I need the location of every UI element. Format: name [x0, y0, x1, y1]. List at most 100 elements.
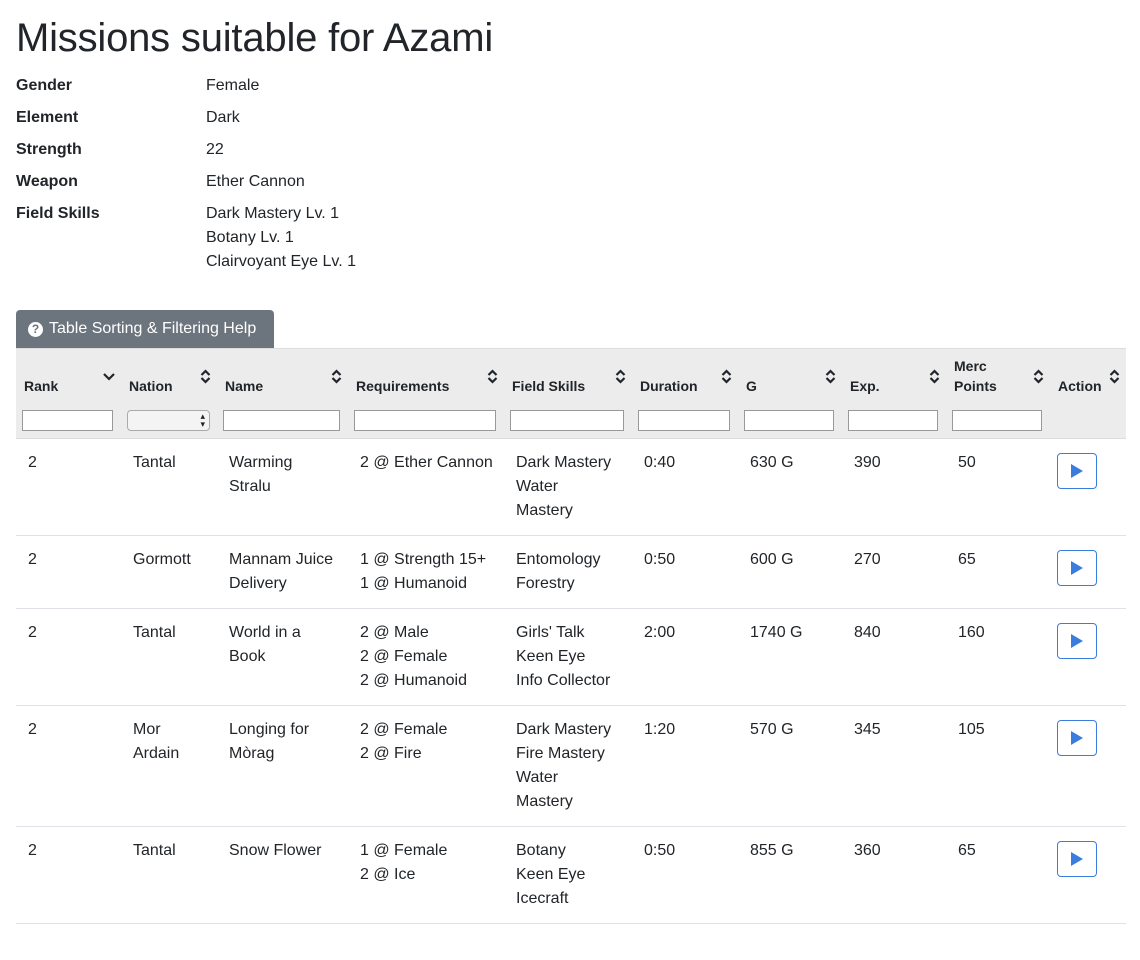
name-line: Longing for	[229, 721, 310, 738]
column-label: Field Skills	[512, 378, 586, 394]
nation-filter-select[interactable]: ▴ ▾	[127, 410, 210, 431]
requirements-line: 2 @ Fire	[360, 745, 422, 762]
duration-filter-input[interactable]	[638, 410, 730, 431]
start-mission-button[interactable]	[1057, 550, 1097, 586]
cell-exp: 345	[842, 706, 946, 826]
sort-icon[interactable]	[825, 369, 836, 384]
field_skills-line: Icecraft	[516, 890, 569, 907]
cell-duration: 0:50	[632, 536, 738, 608]
column-header-name[interactable]: Name	[217, 349, 348, 407]
g-value: 855 G	[750, 842, 794, 859]
g-value: 1740 G	[750, 624, 803, 641]
info-value-line: Clairvoyant Eye Lv. 1	[206, 253, 356, 270]
info-value: Dark	[206, 106, 240, 130]
sort-icon[interactable]	[331, 369, 342, 384]
cell-merc: 50	[946, 439, 1050, 535]
rank-filter-input[interactable]	[22, 410, 113, 431]
cell-g: 600 G	[738, 536, 842, 608]
info-value: 22	[206, 138, 224, 162]
merc-value: 105	[958, 721, 985, 738]
table-help-button[interactable]: ? Table Sorting & Filtering Help	[16, 310, 274, 348]
name-line: Mannam Juice	[229, 551, 334, 568]
play-icon	[1071, 852, 1083, 866]
field_skills-line: Fire Mastery	[516, 745, 605, 762]
question-circle-icon: ?	[28, 321, 43, 337]
duration-value: 1:20	[644, 721, 676, 738]
info-label: Weapon	[16, 173, 78, 190]
field_skills-filter-input[interactable]	[510, 410, 624, 431]
rank-value: 2	[28, 624, 37, 641]
cell-g: 570 G	[738, 706, 842, 826]
requirements-line: 1 @ Strength 15+	[360, 551, 487, 568]
field_skills-line: Entomology	[516, 551, 601, 568]
exp-filter-input[interactable]	[848, 410, 938, 431]
start-mission-button[interactable]	[1057, 720, 1097, 756]
sort-icon[interactable]	[929, 369, 940, 384]
requirements-line: 1 @ Humanoid	[360, 575, 467, 592]
sort-icon[interactable]	[615, 369, 626, 384]
info-row: Element Dark	[16, 106, 1124, 130]
g-value: 630 G	[750, 454, 794, 471]
cell-name: Mannam Juice Delivery	[217, 536, 348, 608]
name-line: Book	[229, 648, 266, 665]
sort-icon[interactable]	[487, 369, 498, 384]
filter-cell	[217, 407, 348, 438]
requirements-line: 2 @ Female	[360, 648, 448, 665]
column-header-exp[interactable]: Exp.	[842, 349, 946, 407]
column-header-rank[interactable]: Rank	[16, 349, 121, 407]
cell-field_skills: Dark Mastery Fire Mastery Water Mastery	[504, 706, 632, 826]
name-filter-input[interactable]	[223, 410, 340, 431]
cell-rank: 2	[16, 827, 121, 923]
cell-exp: 360	[842, 827, 946, 923]
sort-icon[interactable]	[200, 369, 211, 384]
rank-value: 2	[28, 454, 37, 471]
info-value-line: Dark Mastery Lv. 1	[206, 205, 340, 222]
info-label: Strength	[16, 141, 82, 158]
info-label: Field Skills	[16, 205, 100, 222]
field_skills-line: Girls' Talk	[516, 624, 585, 641]
cell-requirements: 2 @ Female 2 @ Fire	[348, 706, 504, 826]
cell-merc: 65	[946, 827, 1050, 923]
filter-cell: ▴ ▾	[121, 407, 217, 438]
merc-filter-input[interactable]	[952, 410, 1042, 431]
exp-value: 840	[854, 624, 881, 641]
start-mission-button[interactable]	[1057, 623, 1097, 659]
cell-field_skills: Dark Mastery Water Mastery	[504, 439, 632, 535]
g-value: 600 G	[750, 551, 794, 568]
cell-action	[1050, 609, 1126, 705]
sort-icon[interactable]	[721, 369, 732, 384]
field_skills-line: Keen Eye	[516, 648, 586, 665]
table-row: 2 Mor Ardain Longing for Mòrag 2 @ Female 2 @ …	[16, 706, 1126, 827]
sort-icon[interactable]	[1033, 369, 1044, 384]
cell-nation: Tantal	[121, 439, 217, 535]
cell-duration: 0:50	[632, 827, 738, 923]
missions-table: Rank Nation Name Requirements Field Skills Du…	[16, 348, 1126, 924]
column-header-merc[interactable]: Merc Points	[946, 349, 1050, 407]
column-header-g[interactable]: G	[738, 349, 842, 407]
info-row: Field Skills Dark Mastery Lv. 1 Botany Lv.…	[16, 202, 1124, 274]
rank-value: 2	[28, 551, 37, 568]
cell-g: 630 G	[738, 439, 842, 535]
g-filter-input[interactable]	[744, 410, 834, 431]
column-header-nation[interactable]: Nation	[121, 349, 217, 407]
column-header-duration[interactable]: Duration	[632, 349, 738, 407]
sort-icon[interactable]	[1109, 369, 1120, 384]
field_skills-line: Dark Mastery	[516, 454, 612, 471]
start-mission-button[interactable]	[1057, 453, 1097, 489]
start-mission-button[interactable]	[1057, 841, 1097, 877]
column-header-field_skills[interactable]: Field Skills	[504, 349, 632, 407]
exp-value: 270	[854, 551, 881, 568]
cell-requirements: 2 @ Ether Cannon	[348, 439, 504, 535]
duration-value: 0:40	[644, 454, 676, 471]
duration-value: 2:00	[644, 624, 676, 641]
column-header-requirements[interactable]: Requirements	[348, 349, 504, 407]
cell-field_skills: Botany Keen Eye Icecraft	[504, 827, 632, 923]
filter-cell	[16, 407, 121, 438]
info-value: Ether Cannon	[206, 170, 305, 194]
column-header-action[interactable]: Action	[1050, 349, 1126, 407]
sort-desc-icon[interactable]	[103, 373, 115, 381]
requirements-filter-input[interactable]	[354, 410, 496, 431]
exp-value: 360	[854, 842, 881, 859]
page: Missions suitable for Azami Gender Female…	[0, 0, 1140, 274]
cell-exp: 840	[842, 609, 946, 705]
